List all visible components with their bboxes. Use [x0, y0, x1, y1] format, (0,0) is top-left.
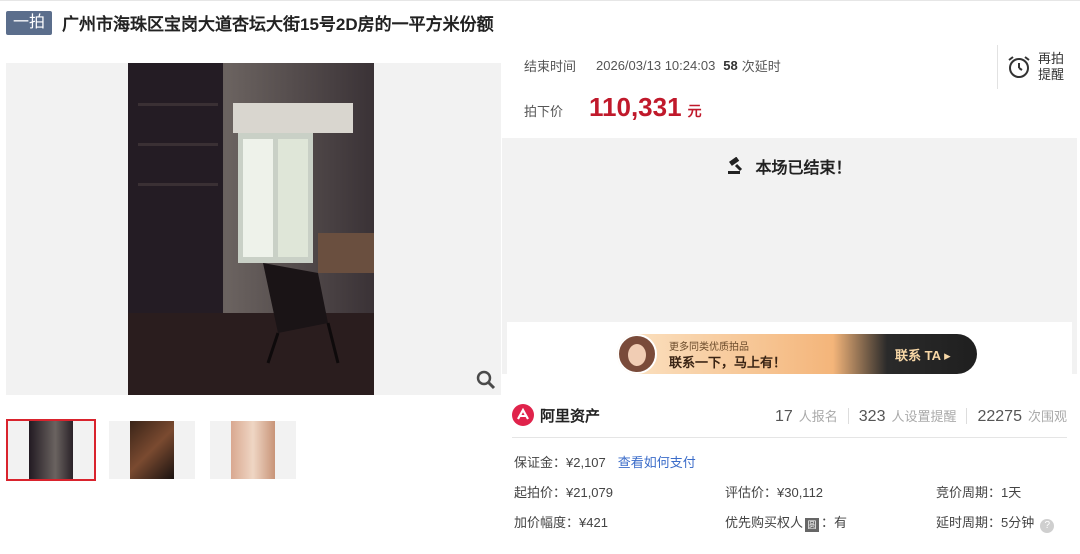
gallery-main[interactable]: [6, 63, 501, 395]
priority-buyer-row: 优先购买权人圆：有: [725, 512, 847, 532]
thumbnail-1[interactable]: [6, 419, 96, 481]
thumbnail-image: [29, 421, 73, 479]
title-row: 一拍 广州市海珠区宝岗大道杏坛大街15号2D房的一平方米份额: [6, 10, 494, 35]
bid-increment: 加价幅度：¥421: [514, 515, 608, 530]
thumbnail-2[interactable]: [109, 421, 195, 479]
gavel-icon: [728, 156, 743, 174]
reminder-count: 323: [858, 408, 886, 425]
priority-badge[interactable]: 圆: [805, 518, 820, 532]
thumbnail-image: [130, 421, 174, 479]
ended-message: 本场已结束！: [502, 154, 1077, 180]
end-time-row: 结束时间 2026/03/13 10:24:03 58 次延时: [524, 56, 781, 75]
ended-text: 本场已结束！: [755, 160, 852, 177]
thumbnail-image: [231, 421, 275, 479]
appraisal-price: 评估价：¥30,112: [725, 485, 824, 500]
view-count: 22275: [977, 408, 1022, 425]
delay-period: 延时周期：5分钟: [936, 515, 1035, 530]
remind-button[interactable]: 再拍 提醒: [997, 45, 1077, 89]
top-divider: [0, 0, 1080, 1]
delay-count: 58: [723, 58, 738, 73]
price-label: 拍下价: [524, 104, 564, 119]
signup-label: 人报名: [798, 409, 838, 424]
view-label: 次围观: [1027, 409, 1067, 424]
start-price: 起拍价：¥21,079: [514, 485, 613, 500]
contact-button[interactable]: 联系 TA ▸: [895, 345, 951, 364]
contact-banner-area: 更多同类优质拍品 联系一下，马上有！ 联系 TA ▸: [507, 322, 1072, 374]
reminder-label: 人设置提醒: [891, 409, 957, 424]
brand[interactable]: 阿里资产: [512, 404, 600, 426]
payment-help-link[interactable]: 查看如何支付: [618, 455, 696, 470]
end-time-label: 结束时间: [524, 59, 577, 74]
signup-count: 17: [774, 408, 793, 425]
contact-banner[interactable]: 更多同类优质拍品 联系一下，马上有！ 联系 TA ▸: [617, 334, 977, 374]
priority-label: 优先购买权人: [725, 515, 804, 530]
room-photo: [128, 63, 374, 395]
remind-label-line1: 再拍: [1038, 51, 1065, 66]
brand-name: 阿里资产: [540, 407, 601, 425]
auction-round-tag: 一拍: [6, 10, 53, 35]
alarm-clock-icon: [1008, 56, 1030, 78]
brand-logo-icon: [512, 404, 534, 426]
price-row: 拍下价 110,331 元: [524, 92, 702, 123]
stats-row: 阿里资产 17 人报名 323 人设置提醒 22275 次围观: [512, 402, 1067, 438]
deposit: 保证金：¥2,107: [514, 455, 606, 470]
counts: 17 人报名 323 人设置提醒 22275 次围观: [775, 406, 1067, 426]
price-unit: 元: [687, 103, 702, 119]
page-title: 广州市海珠区宝岗大道杏坛大街15号2D房的一平方米份额: [62, 15, 494, 34]
agent-avatar: [617, 334, 657, 374]
banner-line2: 联系一下，马上有！: [669, 355, 787, 370]
bid-period: 竞价周期：1天: [936, 485, 1022, 500]
banner-line1: 更多同类优质拍品: [669, 342, 749, 353]
zoom-icon[interactable]: [475, 369, 497, 391]
help-icon[interactable]: ?: [1040, 519, 1055, 533]
delay-label: 次延时: [741, 59, 781, 74]
priority-value: ：有: [821, 515, 848, 530]
end-time-value: 2026/03/13 10:24:03: [596, 58, 716, 73]
delay-period-row: 延时周期：5分钟?: [936, 512, 1055, 533]
main-photo[interactable]: [128, 63, 374, 395]
thumbnail-3[interactable]: [210, 421, 296, 479]
deposit-row: 保证金：¥2,107 查看如何支付: [514, 452, 696, 471]
final-price: 110,331: [589, 92, 682, 122]
remind-label-line2: 提醒: [1038, 67, 1065, 82]
